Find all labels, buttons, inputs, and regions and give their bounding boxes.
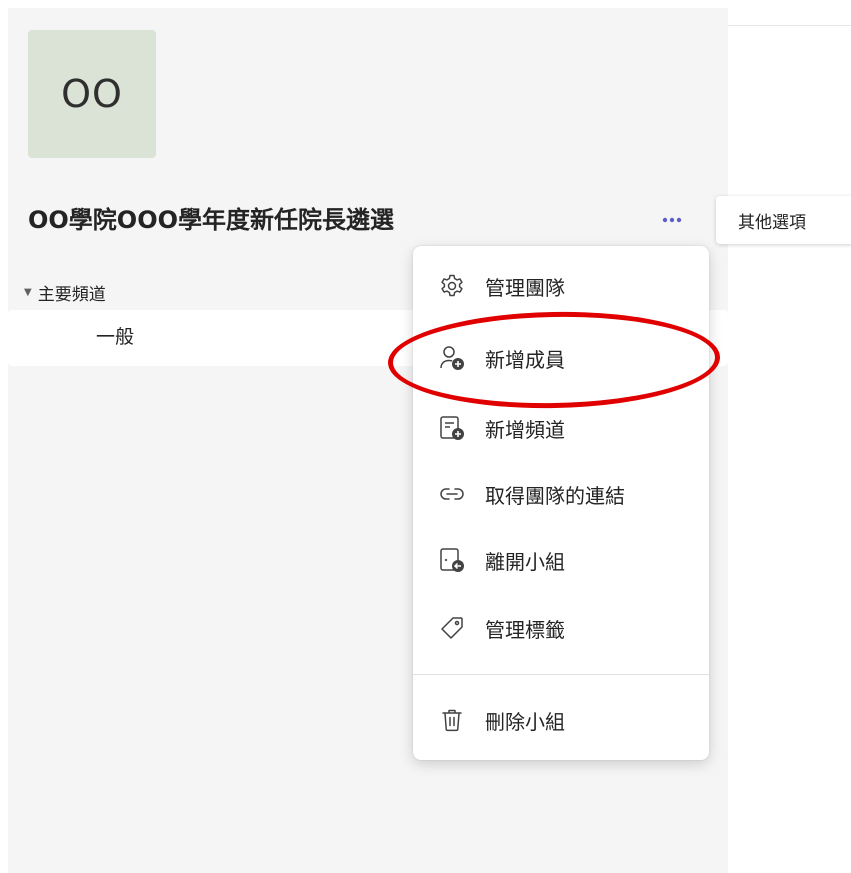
menu-item-manage-tags[interactable]: 管理標籤 [413,596,709,660]
menu-item-label: 新增成員 [485,347,565,372]
add-person-icon [437,343,467,373]
menu-item-label: 取得團隊的連結 [485,483,625,508]
leave-icon [437,545,467,575]
menu-item-delete-team[interactable]: 刪除小組 [413,688,709,752]
menu-divider [413,674,709,675]
menu-item-add-member[interactable]: 新增成員 [413,326,709,390]
team-avatar[interactable]: OO [28,30,156,158]
more-options-tooltip: 其他選項 [716,196,851,244]
menu-item-leave-team[interactable]: 離開小組 [413,528,709,592]
menu-item-label: 刪除小組 [485,709,565,734]
caret-down-icon: ▼ [24,287,32,298]
more-icon [662,217,682,223]
menu-item-manage-team[interactable]: 管理團隊 [413,254,709,318]
team-avatar-text: OO [61,72,123,116]
link-icon [437,479,467,509]
team-options-menu: 管理團隊 新增成員 新增頻道 取得團隊的連結 離開小組 管理標籤 刪除小組 [413,246,709,760]
channel-section-label: 主要頻道 [37,285,106,305]
menu-item-get-link[interactable]: 取得團隊的連結 [413,462,709,526]
add-channel-icon [437,413,467,443]
gear-icon [437,271,467,301]
trash-icon [437,705,467,735]
right-pane-divider [728,25,851,26]
team-name[interactable]: OO學院OOO學年度新任院長遴選 [28,200,394,235]
channel-section-header[interactable]: ▼ 主要頻道 [24,280,106,305]
more-options-button[interactable] [656,204,688,236]
menu-item-add-channel[interactable]: 新增頻道 [413,396,709,460]
tag-icon [437,613,467,643]
channel-label: 一般 [96,326,135,348]
menu-item-label: 新增頻道 [485,417,565,442]
menu-item-label: 離開小組 [485,549,565,574]
menu-item-label: 管理團隊 [485,275,565,300]
menu-item-label: 管理標籤 [485,617,565,642]
tooltip-text: 其他選項 [738,212,806,233]
